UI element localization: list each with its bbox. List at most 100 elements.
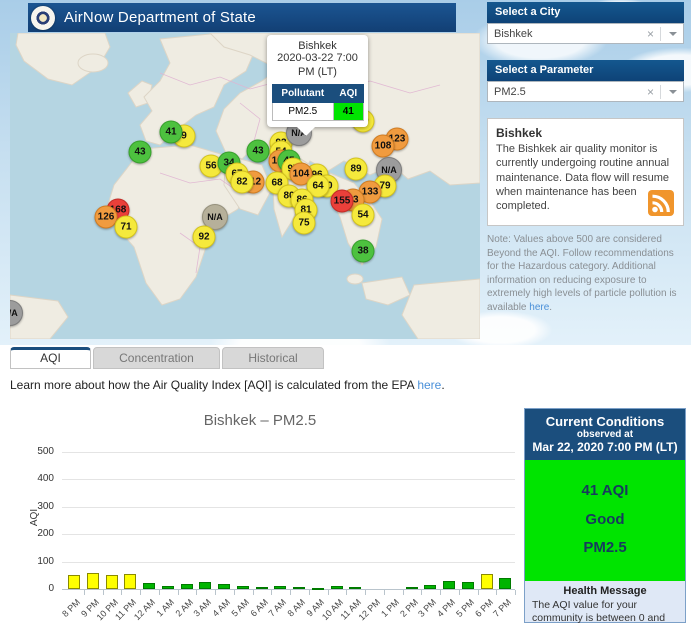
parameter-clear-icon[interactable]: × xyxy=(641,84,661,99)
chart-ytick-label: 500 xyxy=(37,446,54,457)
chart-ytick-label: 100 xyxy=(37,555,54,567)
map-marker[interactable]: 71 xyxy=(114,215,138,239)
note-text: Note: Values above 500 are considered Be… xyxy=(487,234,677,313)
chart-gridline xyxy=(62,534,515,536)
map-marker[interactable]: 41 xyxy=(159,120,183,144)
chart-xtick xyxy=(290,590,291,595)
chart-xtick xyxy=(308,590,310,595)
chart-xtick xyxy=(346,590,348,595)
beyond-aqi-note: Note: Values above 500 are considered Be… xyxy=(487,233,684,314)
select-parameter-header: Select a Parameter xyxy=(487,60,684,81)
chart-bar xyxy=(86,573,99,589)
map-marker[interactable]: 43 xyxy=(246,139,270,163)
chart-bar xyxy=(161,586,174,589)
chart-xtick xyxy=(252,590,254,595)
chart-gridline xyxy=(62,561,515,563)
tab-concentration[interactable]: Concentration xyxy=(93,347,220,369)
map-marker[interactable]: 43 xyxy=(128,140,152,164)
world-aqi-map[interactable]: N/A941435634671128216812671N/A9243935410… xyxy=(10,33,480,339)
select-city-header: Select a City xyxy=(487,2,684,23)
chart-ytick-label: 400 xyxy=(37,473,54,485)
popup-pollutant-value: PM2.5 xyxy=(271,101,335,121)
map-marker[interactable]: 38 xyxy=(351,239,375,263)
airnow-page: AirNow Department of State A 9 41 43 56 … xyxy=(0,0,691,625)
chart-bar xyxy=(424,585,437,589)
map-marker[interactable]: 92 xyxy=(192,225,216,249)
city-clear-icon[interactable]: × xyxy=(641,26,661,41)
map-marker[interactable]: 108 xyxy=(371,134,395,158)
tab-aqi[interactable]: AQI xyxy=(10,347,91,369)
chart-bar xyxy=(180,584,193,589)
chart-bar xyxy=(274,586,287,589)
chart-bar xyxy=(255,587,268,589)
map-marker[interactable]: 75 xyxy=(292,211,316,235)
map-marker[interactable]: 155 xyxy=(330,189,354,213)
parameter-select-value: PM2.5 xyxy=(494,85,526,98)
cc-subtitle: observed at xyxy=(576,429,634,440)
parameter-select[interactable]: PM2.5 × xyxy=(487,81,684,102)
cc-aqi-value: 41 AQI xyxy=(581,482,629,499)
note-period: . xyxy=(549,301,553,313)
chart-gridline xyxy=(62,506,515,508)
current-conditions-panel: Current Conditions observed at Mar 22, 2… xyxy=(524,408,686,625)
cc-pollutant: PM2.5 xyxy=(583,539,627,556)
chart-ytick-label: 300 xyxy=(37,500,54,512)
station-info-box: Bishkek The Bishkek air quality monitor … xyxy=(487,118,684,226)
map-popup: Bishkek 2020-03-22 7:00 PM (LT) Pollutan… xyxy=(267,35,368,135)
chart-bar xyxy=(349,587,362,589)
rss-icon[interactable] xyxy=(648,190,674,216)
chart-bar xyxy=(311,588,324,590)
chart-gridline xyxy=(62,479,515,481)
sidebar: Select a City Bishkek × Select a Paramet… xyxy=(487,2,684,314)
view-tabs: AQI Concentration Historical xyxy=(10,347,326,369)
parameter-caret-icon[interactable] xyxy=(669,89,677,98)
learn-more-period: . xyxy=(441,378,445,392)
chart-xtick xyxy=(440,590,441,595)
tab-historical[interactable]: Historical xyxy=(222,347,324,369)
cc-aqi-block: 41 AQI Good PM2.5 xyxy=(525,460,685,581)
cc-aqi-category: Good xyxy=(585,510,625,528)
learn-more-text: Learn more about how the Air Quality Ind… xyxy=(10,378,418,392)
map-marker[interactable]: 89 xyxy=(344,157,368,181)
map-marker[interactable]: 82 xyxy=(230,170,254,194)
note-here-link[interactable]: here xyxy=(529,302,549,313)
chart-ytick-label: 0 xyxy=(48,583,54,594)
chart-xtick xyxy=(121,590,123,595)
chart-bar xyxy=(68,575,80,589)
city-select[interactable]: Bishkek × xyxy=(487,23,684,44)
chart-title: Bishkek – PM2.5 xyxy=(203,412,317,429)
chart-bar xyxy=(218,584,230,589)
chart-xtick xyxy=(477,590,479,595)
chart-ytick-label: 200 xyxy=(37,528,54,540)
popup-col-pollutant: Pollutant xyxy=(271,83,335,103)
cc-health-text: The AQI value for your community is betw… xyxy=(532,598,666,625)
current-conditions-header: Current Conditions observed at Mar 22, 2… xyxy=(525,409,685,460)
chart-xtick xyxy=(421,590,423,595)
cc-datetime: Mar 22, 2020 7:00 PM (LT) xyxy=(532,440,678,454)
popup-col-aqi: AQI xyxy=(333,83,364,103)
chart-xtick xyxy=(83,590,85,595)
chart-bar xyxy=(105,575,118,589)
chart-xtick xyxy=(458,590,460,595)
map-marker[interactable]: 54 xyxy=(351,203,375,227)
chart-xtick xyxy=(365,590,366,595)
chart-bar xyxy=(405,587,418,589)
chart-xtick xyxy=(233,590,235,595)
learn-more-here-link[interactable]: here xyxy=(417,378,441,392)
popup-datetime: 2020-03-22 7:00 PM (LT) xyxy=(277,52,358,78)
chart-xtick xyxy=(158,590,160,595)
cc-title: Current Conditions xyxy=(545,414,665,429)
chart-bar xyxy=(124,574,137,589)
chart-xtick xyxy=(327,590,329,595)
aqi-bar-chart: Bishkek – PM2.5 AQI 0 100 200 300 400 500 8 PM… xyxy=(0,400,524,625)
chart-bar xyxy=(199,582,212,589)
popup-city: Bishkek xyxy=(298,40,337,52)
chart-gridline xyxy=(62,452,515,453)
department-of-state-seal-icon xyxy=(31,5,55,30)
chart-xtick xyxy=(102,590,104,595)
chart-xtick xyxy=(215,590,216,595)
chart-bar xyxy=(480,574,493,589)
app-header: AirNow Department of State xyxy=(28,3,456,32)
chart-bar xyxy=(443,581,455,589)
city-caret-icon[interactable] xyxy=(669,31,677,40)
